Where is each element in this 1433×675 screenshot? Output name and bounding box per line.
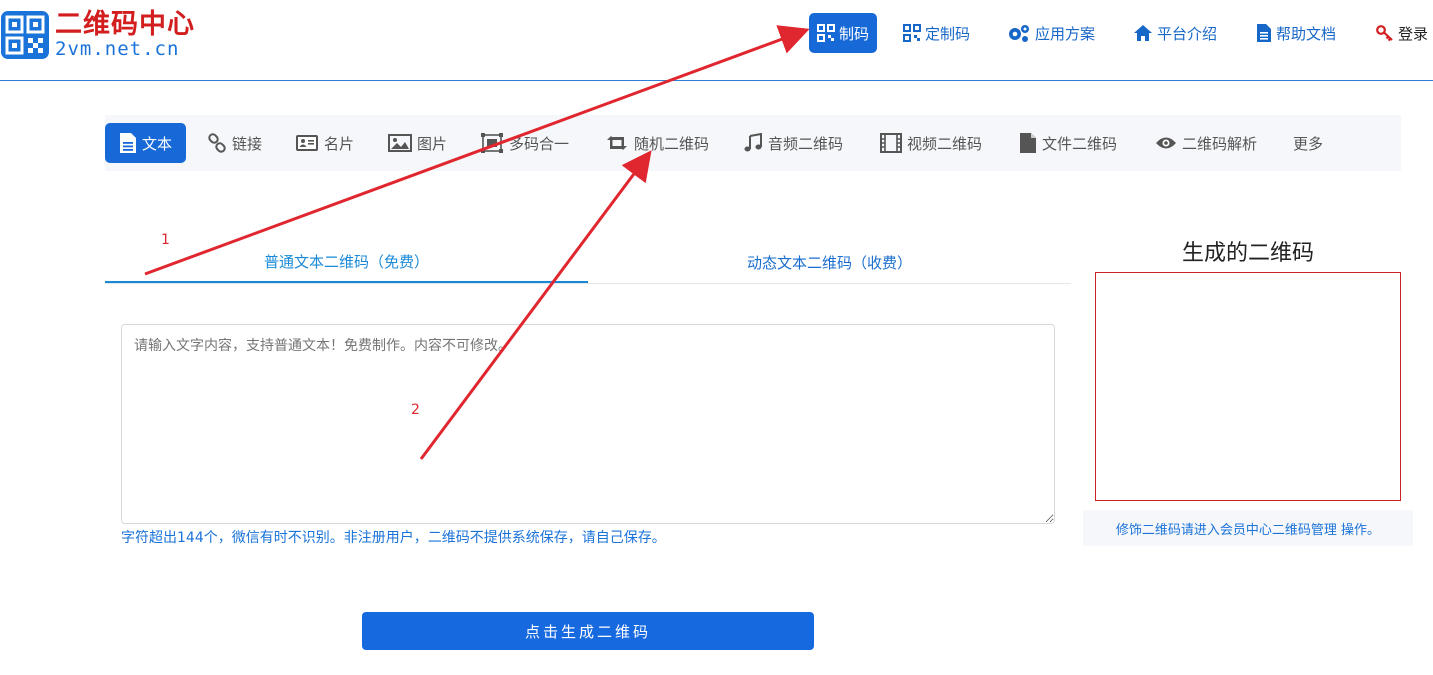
id-card-icon <box>295 134 319 152</box>
tab-dynamic-text-qrcode[interactable]: 动态文本二维码（收费） <box>588 242 1071 283</box>
logo[interactable]: 二维码中心 2vm.net.cn <box>0 10 200 60</box>
category-label: 文件二维码 <box>1042 134 1118 153</box>
film-icon <box>880 133 902 153</box>
header: 二维码中心 2vm.net.cn 制码 定制码 应用方案 平台介绍 帮助文档 登… <box>0 0 1433 81</box>
object-group-icon <box>480 132 504 154</box>
category-label: 二维码解析 <box>1182 134 1258 153</box>
logo-subtitle: 2vm.net.cn <box>55 38 180 60</box>
nav-platform-intro[interactable]: 平台介绍 <box>1133 13 1217 53</box>
category-qrcode-decode[interactable]: 二维码解析 <box>1155 123 1257 163</box>
key-icon <box>1376 24 1394 42</box>
image-icon <box>388 134 412 152</box>
category-video-qrcode[interactable]: 视频二维码 <box>880 123 982 163</box>
category-text[interactable]: 文本 <box>105 123 187 163</box>
nav-label: 应用方案 <box>1035 24 1096 43</box>
result-note: 修饰二维码请进入会员中心二维码管理 操作。 <box>1083 510 1413 546</box>
tab-static-text-qrcode[interactable]: 普通文本二维码（免费） <box>105 242 588 283</box>
home-icon <box>1133 24 1153 42</box>
annotation-label-2: 2 <box>411 402 420 418</box>
qrcode-icon <box>903 24 921 42</box>
generate-qrcode-button[interactable]: 点击生成二维码 <box>362 612 814 650</box>
category-label: 名片 <box>324 134 355 153</box>
category-random-qrcode[interactable]: 随机二维码 <box>605 123 709 163</box>
category-label: 更多 <box>1293 134 1324 153</box>
nav-help-docs[interactable]: 帮助文档 <box>1256 13 1336 53</box>
category-card[interactable]: 名片 <box>295 123 354 163</box>
retweet-icon <box>605 135 629 151</box>
nav-solutions[interactable]: 应用方案 <box>1007 13 1095 53</box>
link-icon <box>207 133 227 153</box>
nav-label: 定制码 <box>925 24 971 43</box>
category-audio-qrcode[interactable]: 音频二维码 <box>743 123 843 163</box>
qrcode-preview <box>1095 272 1401 501</box>
document-icon <box>1256 23 1272 43</box>
category-link[interactable]: 链接 <box>207 123 262 163</box>
category-label: 图片 <box>417 134 448 153</box>
result-title: 生成的二维码 <box>1181 241 1314 266</box>
category-label: 文本 <box>142 134 173 153</box>
nav-label: 制码 <box>839 24 870 43</box>
eye-icon <box>1155 135 1177 151</box>
category-label: 随机二维码 <box>634 134 710 153</box>
nav-label: 登录 <box>1398 24 1429 43</box>
category-file-qrcode[interactable]: 文件二维码 <box>1019 123 1117 163</box>
category-bar: 文本 链接 名片 图片 多码合一 随机二维码 音频二维码 视频二维码 文件二维码… <box>105 115 1401 171</box>
category-image[interactable]: 图片 <box>388 123 447 163</box>
category-label: 音频二维码 <box>768 134 844 153</box>
nav-label: 帮助文档 <box>1276 24 1337 43</box>
nav-custom-qrcode[interactable]: 定制码 <box>903 13 970 53</box>
category-label: 链接 <box>232 134 263 153</box>
qrcode-icon <box>817 24 835 42</box>
file-icon <box>1019 132 1037 154</box>
nav-login[interactable]: 登录 <box>1376 13 1428 53</box>
category-label: 多码合一 <box>509 134 570 153</box>
music-icon <box>743 133 763 153</box>
nav-label: 平台介绍 <box>1157 24 1218 43</box>
char-limit-hint: 字符超出144个，微信有时不识别。非注册用户，二维码不提供系统保存，请自己保存。 <box>121 530 666 546</box>
logo-title: 二维码中心 <box>55 9 195 40</box>
category-multi-code[interactable]: 多码合一 <box>480 123 569 163</box>
category-label: 视频二维码 <box>907 134 983 153</box>
file-text-icon <box>119 132 137 154</box>
gears-icon <box>1007 23 1031 43</box>
qrcode-logo-icon <box>1 11 49 59</box>
annotation-label-1: 1 <box>161 232 170 248</box>
text-content-input[interactable] <box>121 324 1055 524</box>
nav-make-qrcode[interactable]: 制码 <box>809 13 878 53</box>
subtab-bar: 普通文本二维码（免费） 动态文本二维码（收费） <box>105 242 1071 284</box>
category-more[interactable]: 更多 <box>1293 123 1323 163</box>
